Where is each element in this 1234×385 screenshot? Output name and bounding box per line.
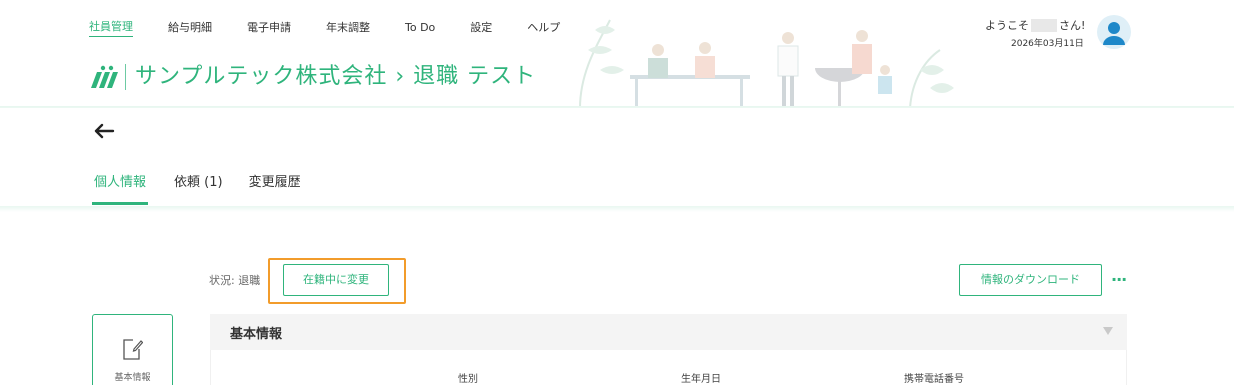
welcome-message: ようこそ さん! [985, 17, 1085, 33]
more-options-icon[interactable]: ··· [1111, 270, 1127, 290]
profile-tabs: 個人情報 依頼 (1) 変更履歴 [92, 171, 327, 207]
tab-change-history[interactable]: 変更履歴 [249, 171, 301, 205]
welcome-suffix: さん! [1059, 19, 1086, 32]
basic-info-section-header[interactable]: 基本情報 [210, 314, 1127, 350]
top-navigation: 社員管理 給与明細 電子申請 年末調整 To Do 設定 ヘルプ [89, 19, 595, 37]
user-avatar-icon[interactable] [1097, 15, 1131, 49]
app-header: 社員管理 給与明細 電子申請 年末調整 To Do 設定 ヘルプ サンプルテック… [0, 0, 1234, 108]
nav-item-settings[interactable]: 設定 [470, 20, 492, 36]
current-date: 2026年03月11日 [1011, 39, 1084, 49]
brand-separator [125, 64, 126, 90]
nav-item-todo[interactable]: To Do [405, 20, 435, 36]
nav-item-e-application[interactable]: 電子申請 [247, 20, 291, 36]
welcome-prefix: ようこそ [985, 19, 1029, 32]
side-nav-label: 基本情報 [114, 373, 151, 383]
field-label-mobile-phone: 携帯電話番号 [904, 374, 964, 385]
subheader-divider [0, 206, 1234, 212]
jinjer-style-logo-icon[interactable] [89, 64, 119, 90]
user-name-redacted [1031, 18, 1057, 32]
page-title: サンプルテック株式会社 › 退職 テスト [135, 64, 537, 89]
section-title: 基本情報 [230, 327, 283, 342]
employment-status-label: 状況: 退職 [209, 274, 261, 287]
chevron-down-icon[interactable] [1103, 327, 1113, 335]
field-label-gender: 性別 [458, 374, 478, 385]
download-info-button[interactable]: 情報のダウンロード [959, 264, 1102, 296]
field-label-birthdate: 生年月日 [681, 374, 721, 385]
side-nav-basic-info[interactable]: 基本情報 [92, 314, 173, 385]
header-illustration [579, 19, 954, 108]
nav-item-employee-management[interactable]: 社員管理 [89, 19, 133, 37]
nav-item-year-end-adjustment[interactable]: 年末調整 [326, 20, 370, 36]
back-arrow-icon[interactable] [92, 121, 116, 141]
basic-info-section-body: 性別 生年月日 携帯電話番号 [210, 350, 1127, 385]
nav-item-help[interactable]: ヘルプ [527, 20, 560, 36]
tab-personal-info[interactable]: 個人情報 [92, 171, 149, 205]
user-info: ようこそ さん! 2026年03月11日 [985, 15, 1140, 51]
tab-requests[interactable]: 依頼 (1) [174, 171, 223, 205]
change-to-active-button[interactable]: 在籍中に変更 [283, 264, 389, 296]
edit-document-icon [123, 339, 143, 360]
nav-item-payslip[interactable]: 給与明細 [168, 20, 212, 36]
header-divider [0, 106, 1234, 108]
brand-bar: サンプルテック株式会社 › 退職 テスト [89, 60, 536, 94]
